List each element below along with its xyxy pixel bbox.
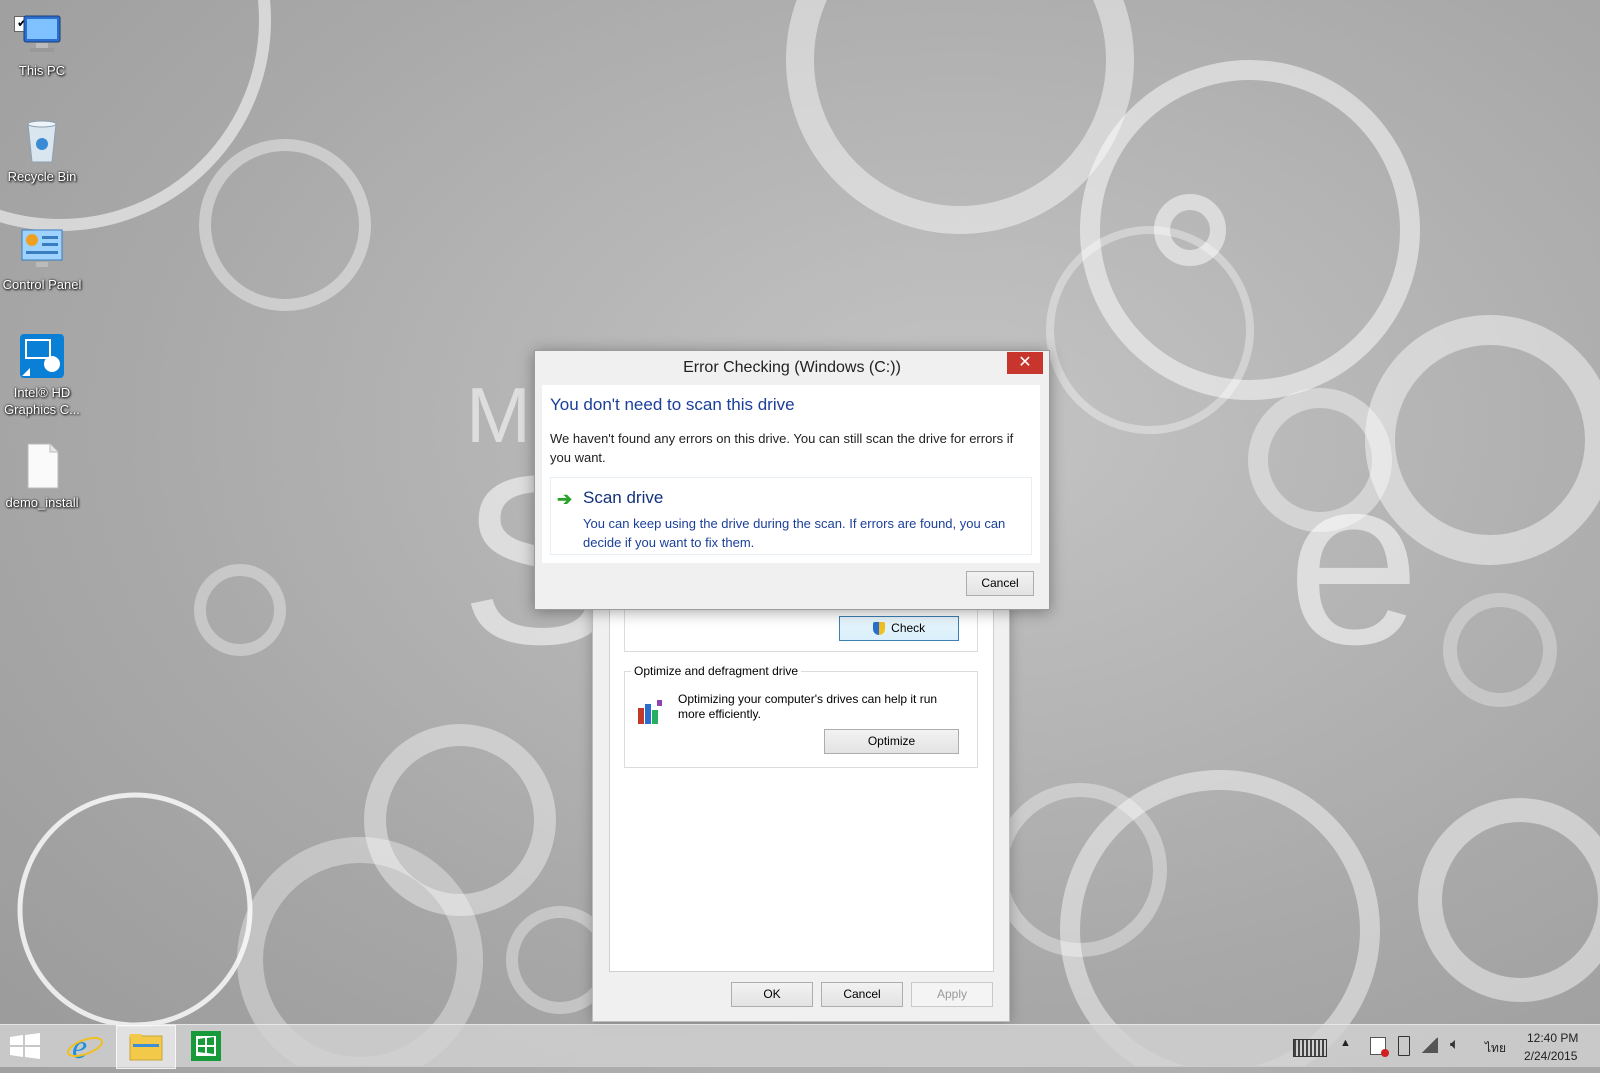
dialog-heading: You don't need to scan this drive xyxy=(550,395,795,414)
intel-graphics-icon xyxy=(18,332,66,380)
touch-keyboard-icon[interactable] xyxy=(1293,1039,1327,1057)
recycle-bin-icon xyxy=(18,116,66,164)
dialog-message: We haven't found any errors on this driv… xyxy=(550,431,1014,465)
store-button[interactable] xyxy=(182,1025,232,1067)
scan-drive-title: Scan drive xyxy=(583,488,664,507)
network-icon[interactable] xyxy=(1422,1037,1438,1053)
desktop-icon-label: demo_install xyxy=(5,495,79,510)
apply-button[interactable]: Apply xyxy=(911,982,993,1007)
check-button-label: Check xyxy=(891,621,926,635)
desktop-icon-intel-graphics[interactable]: Intel® HD Graphics C... xyxy=(0,332,86,418)
desktop-icon-label: This PC xyxy=(18,63,66,78)
scan-drive-description: You can keep using the drive during the … xyxy=(583,516,1006,550)
desktop-icon-this-pc[interactable]: ✔ This PC xyxy=(0,10,86,79)
error-checking-dialog: Error Checking (Windows (C:)) ✕ You don'… xyxy=(534,350,1050,610)
drive-properties-window: Check Optimize and defragment drive Opti… xyxy=(592,590,1010,1022)
internet-explorer-button[interactable]: e xyxy=(58,1025,112,1067)
windows-logo-icon xyxy=(10,1033,40,1059)
green-arrow-icon: ➔ xyxy=(557,489,573,509)
action-center-icon[interactable] xyxy=(1370,1037,1389,1057)
folder-icon xyxy=(129,1034,163,1061)
clock-date[interactable]: 2/24/2015 xyxy=(1524,1049,1577,1063)
file-explorer-button[interactable] xyxy=(116,1025,176,1069)
volume-icon[interactable]: 🔈︎ xyxy=(1450,1036,1460,1054)
blank-file-icon xyxy=(18,442,66,490)
close-button[interactable]: ✕ xyxy=(1007,352,1043,374)
monitor-icon xyxy=(18,10,66,58)
desktop-icon-label: Intel® HD Graphics C... xyxy=(4,385,80,417)
desktop-icon-recycle-bin[interactable]: Recycle Bin xyxy=(0,116,86,185)
uac-shield-icon xyxy=(872,622,885,636)
desktop-icon-control-panel[interactable]: Control Panel xyxy=(0,224,86,293)
check-button[interactable]: Check xyxy=(839,616,959,641)
desktop-icon-label: Recycle Bin xyxy=(7,169,77,184)
battery-icon[interactable] xyxy=(1398,1036,1410,1056)
optimize-group: Optimize and defragment drive Optimizing… xyxy=(624,664,978,768)
optimize-button[interactable]: Optimize xyxy=(824,729,959,754)
dialog-title: Error Checking (Windows (C:)) xyxy=(683,359,901,376)
close-icon: ✕ xyxy=(1018,354,1032,371)
start-button[interactable] xyxy=(0,1025,50,1067)
show-hidden-icons-button[interactable]: ▲ xyxy=(1340,1037,1351,1049)
cancel-button[interactable]: Cancel xyxy=(821,982,903,1007)
desktop-icon-demo-install[interactable]: demo_install xyxy=(0,442,86,511)
ok-button[interactable]: OK xyxy=(731,982,813,1007)
optimize-group-title: Optimize and defragment drive xyxy=(631,664,802,678)
dialog-content: You don't need to scan this drive We hav… xyxy=(542,385,1040,563)
taskbar: e ▲ 🔈︎ ไทย 12:40 PM 2/24/2015 xyxy=(0,1024,1600,1069)
store-icon xyxy=(191,1031,221,1061)
dialog-cancel-button[interactable]: Cancel xyxy=(966,571,1034,596)
control-panel-icon xyxy=(18,224,66,272)
tools-tab-panel: Check Optimize and defragment drive Opti… xyxy=(609,591,994,972)
internet-explorer-icon: e xyxy=(66,1029,104,1066)
input-language-indicator[interactable]: ไทย xyxy=(1485,1039,1506,1058)
optimize-description: Optimizing your computer's drives can he… xyxy=(678,692,938,721)
desktop-icon-label: Control Panel xyxy=(2,277,82,292)
defrag-icon xyxy=(635,698,665,728)
error-badge-icon xyxy=(1381,1049,1389,1057)
svg-text:e: e xyxy=(72,1029,87,1066)
scan-drive-command[interactable]: ➔ Scan drive You can keep using the driv… xyxy=(550,477,1032,555)
clock-time[interactable]: 12:40 PM xyxy=(1527,1031,1578,1045)
